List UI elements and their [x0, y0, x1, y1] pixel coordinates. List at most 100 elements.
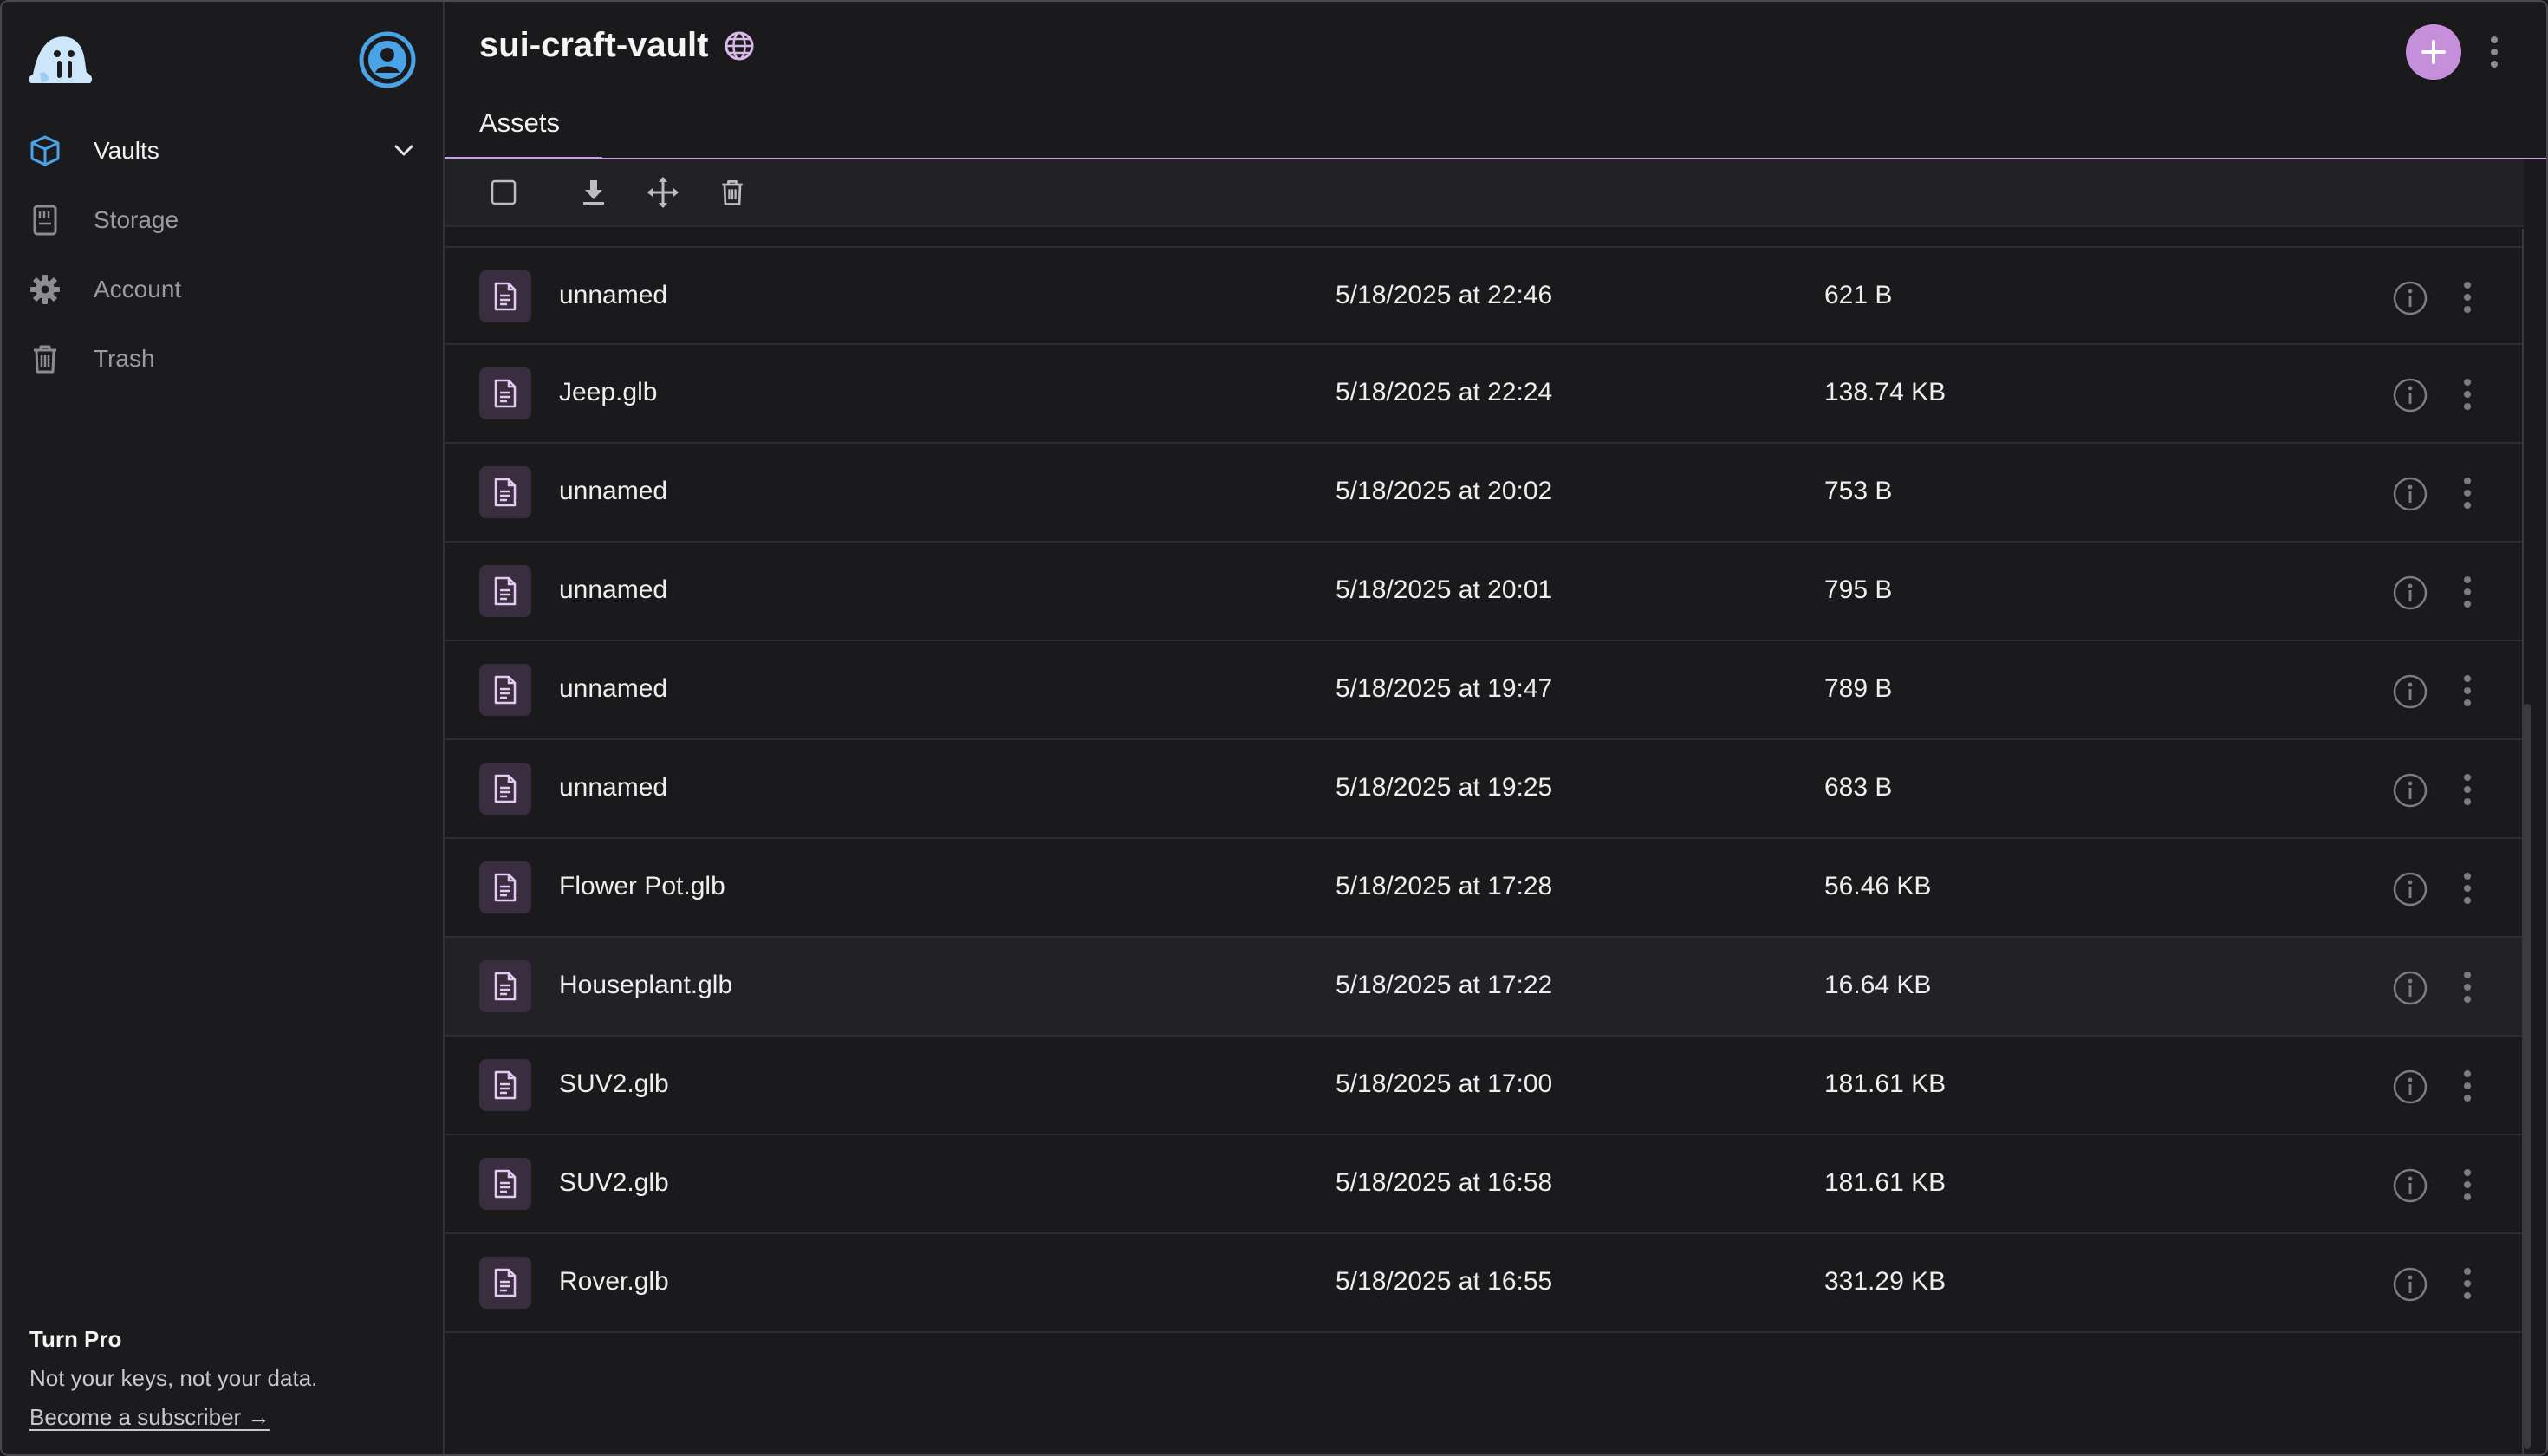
globe-icon[interactable] [723, 29, 756, 62]
file-size: 795 B [1824, 575, 1893, 604]
info-icon[interactable] [2391, 1167, 2429, 1205]
file-size: 683 B [1824, 773, 1893, 802]
vault-header: sui-craft-vault [479, 26, 756, 65]
trash-icon [28, 341, 62, 376]
row-menu-icon[interactable] [2457, 277, 2478, 317]
file-size: 16.64 KB [1824, 971, 1932, 999]
file-row[interactable]: Jeep.glb 5/18/2025 at 22:24 138.74 KB [445, 345, 2524, 444]
file-date: 5/18/2025 at 19:25 [1336, 773, 1553, 802]
file-size: 331.29 KB [1824, 1267, 1947, 1296]
file-date: 5/18/2025 at 17:22 [1336, 971, 1553, 999]
file-name: unnamed [559, 281, 668, 309]
vault-menu-button[interactable] [2484, 33, 2505, 71]
sidebar: Vaults Storage Account Trash Turn Pro No… [2, 2, 445, 1454]
file-size: 181.61 KB [1824, 1168, 1947, 1197]
row-menu-icon[interactable] [2457, 770, 2478, 809]
app-window: Vaults Storage Account Trash Turn Pro No… [0, 0, 2548, 1456]
file-size: 181.61 KB [1824, 1069, 1947, 1098]
file-row[interactable]: SUV2.glb 5/18/2025 at 16:58 181.61 KB [445, 1135, 2524, 1234]
info-icon[interactable] [2391, 574, 2429, 612]
scrollbar-thumb[interactable] [2524, 704, 2531, 1449]
file-date: 5/18/2025 at 19:47 [1336, 674, 1553, 703]
file-date: 5/18/2025 at 16:58 [1336, 1168, 1553, 1197]
delete-icon[interactable] [715, 175, 750, 210]
info-icon[interactable] [2391, 475, 2429, 513]
file-row[interactable]: unnamed 5/18/2025 at 19:47 789 B [445, 641, 2524, 740]
document-icon [479, 861, 531, 913]
document-icon [479, 664, 531, 716]
nav-vaults[interactable]: Vaults [28, 125, 418, 177]
file-date: 5/18/2025 at 22:24 [1336, 378, 1553, 406]
row-menu-icon[interactable] [2457, 374, 2478, 414]
file-name: Flower Pot.glb [559, 872, 725, 900]
nav-storage[interactable]: Storage [28, 194, 418, 246]
storage-card-icon [28, 203, 62, 237]
file-row[interactable]: unnamed 5/18/2025 at 19:25 683 B [445, 740, 2524, 839]
file-row[interactable]: Houseplant.glb 5/18/2025 at 17:22 16.64 … [445, 938, 2524, 1037]
info-icon[interactable] [2391, 1265, 2429, 1303]
row-menu-icon[interactable] [2457, 1066, 2478, 1106]
cube-icon [28, 133, 62, 168]
file-row[interactable]: Flower Pot.glb 5/18/2025 at 17:28 56.46 … [445, 839, 2524, 938]
nav-trash[interactable]: Trash [28, 333, 418, 385]
info-icon[interactable] [2391, 279, 2429, 317]
document-icon [479, 1257, 531, 1309]
info-icon[interactable] [2391, 376, 2429, 414]
nav-account-label: Account [94, 276, 182, 302]
nav-vaults-label: Vaults [94, 137, 159, 164]
document-icon [479, 763, 531, 815]
document-icon [479, 565, 531, 617]
file-row[interactable]: unnamed 5/18/2025 at 22:46 621 B [445, 246, 2524, 345]
info-icon[interactable] [2391, 673, 2429, 711]
promo-box: Turn Pro Not your keys, not your data. B… [29, 1326, 317, 1431]
row-menu-icon[interactable] [2457, 671, 2478, 711]
file-name: unnamed [559, 477, 668, 505]
select-all-checkbox[interactable] [486, 175, 521, 210]
file-name: SUV2.glb [559, 1069, 669, 1098]
file-row[interactable]: unnamed 5/18/2025 at 20:02 753 B [445, 444, 2524, 543]
add-button[interactable] [2406, 24, 2461, 80]
file-name: Houseplant.glb [559, 971, 733, 999]
document-icon [479, 1059, 531, 1111]
download-icon[interactable] [576, 175, 611, 210]
info-icon[interactable] [2391, 969, 2429, 1007]
row-menu-icon[interactable] [2457, 1165, 2478, 1205]
file-date: 5/18/2025 at 17:28 [1336, 872, 1553, 900]
main-panel: sui-craft-vault Assets unnamed 5/18/2025… [445, 2, 2546, 1454]
file-size: 56.46 KB [1824, 872, 1932, 900]
chevron-down-icon[interactable] [390, 137, 418, 165]
file-list: unnamed 5/18/2025 at 22:46 621 B Jeep.gl… [445, 246, 2524, 1333]
bulk-actions-toolbar [445, 159, 2524, 227]
info-icon[interactable] [2391, 1068, 2429, 1106]
kebab-menu-icon [2491, 36, 2498, 68]
tab-assets[interactable]: Assets [479, 107, 560, 139]
row-menu-icon[interactable] [2457, 967, 2478, 1007]
nav-trash-label: Trash [94, 345, 155, 372]
file-row[interactable]: SUV2.glb 5/18/2025 at 17:00 181.61 KB [445, 1037, 2524, 1135]
nav-account[interactable]: Account [28, 263, 418, 315]
promo-title: Turn Pro [29, 1326, 122, 1352]
row-menu-icon[interactable] [2457, 473, 2478, 513]
document-icon [479, 1158, 531, 1210]
scrollbar[interactable] [2522, 229, 2531, 1454]
file-size: 138.74 KB [1824, 378, 1947, 406]
file-name: SUV2.glb [559, 1168, 669, 1197]
info-icon[interactable] [2391, 771, 2429, 809]
move-icon[interactable] [646, 175, 680, 210]
profile-avatar-icon[interactable] [359, 31, 416, 88]
walrus-logo-icon[interactable] [26, 31, 95, 88]
become-subscriber-link[interactable]: Become a subscriber → [29, 1404, 270, 1431]
file-size: 621 B [1824, 281, 1893, 309]
page-title: sui-craft-vault [479, 26, 709, 64]
file-name: Jeep.glb [559, 378, 658, 406]
row-menu-icon[interactable] [2457, 572, 2478, 612]
row-menu-icon[interactable] [2457, 868, 2478, 908]
row-menu-icon[interactable] [2457, 1264, 2478, 1303]
file-row[interactable]: Rover.glb 5/18/2025 at 16:55 331.29 KB [445, 1234, 2524, 1333]
document-icon [479, 466, 531, 518]
nav-storage-label: Storage [94, 206, 179, 233]
file-row[interactable]: unnamed 5/18/2025 at 20:01 795 B [445, 543, 2524, 641]
file-name: Rover.glb [559, 1267, 669, 1296]
info-icon[interactable] [2391, 870, 2429, 908]
document-icon [479, 270, 531, 322]
